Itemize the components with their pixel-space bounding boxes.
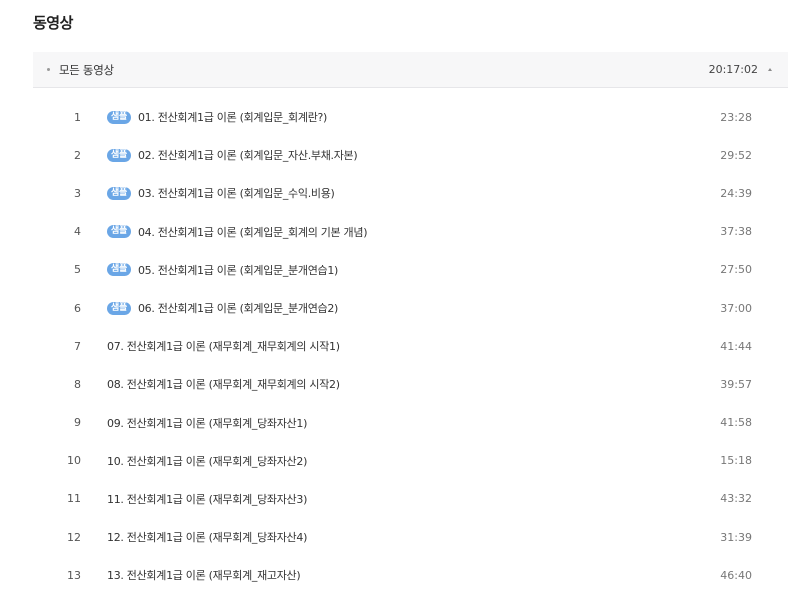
sample-badge: 샘플 bbox=[107, 110, 131, 124]
video-index: 5 bbox=[74, 263, 81, 277]
caret-up-icon[interactable] bbox=[768, 68, 772, 71]
section-header-right: 20:17:02 bbox=[709, 63, 772, 76]
video-row[interactable]: 10 10. 전산회계1급 이론 (재무회계_당좌자산2) 15:18 bbox=[33, 442, 788, 480]
video-duration: 39:57 bbox=[720, 377, 752, 391]
video-body: 샘플 01. 전산회계1급 이론 (회계입문_회계란?) bbox=[107, 109, 327, 125]
sample-badge: 샘플 bbox=[107, 301, 131, 315]
video-index: 1 bbox=[74, 110, 81, 124]
video-row[interactable]: 6 샘플 06. 전산회계1급 이론 (회계입문_분개연습2) 37:00 bbox=[33, 289, 788, 327]
video-index: 7 bbox=[74, 339, 81, 353]
video-duration: 46:40 bbox=[720, 568, 752, 582]
video-row[interactable]: 8 08. 전산회계1급 이론 (재무회계_재무회계의 시작2) 39:57 bbox=[33, 365, 788, 403]
video-duration: 41:44 bbox=[720, 339, 752, 353]
video-row[interactable]: 13 13. 전산회계1급 이론 (재무회계_재고자산) 46:40 bbox=[33, 556, 788, 594]
video-duration: 31:39 bbox=[720, 530, 752, 544]
video-index: 10 bbox=[67, 454, 81, 468]
video-index: 8 bbox=[74, 377, 81, 391]
section-title: 모든 동영상 bbox=[59, 62, 114, 77]
sample-badge: 샘플 bbox=[107, 186, 131, 200]
video-title[interactable]: 04. 전산회계1급 이론 (회계입문_회계의 기본 개념) bbox=[138, 224, 368, 240]
video-body: 09. 전산회계1급 이론 (재무회계_당좌자산1) bbox=[107, 415, 307, 431]
video-duration: 24:39 bbox=[720, 186, 752, 200]
video-title[interactable]: 13. 전산회계1급 이론 (재무회계_재고자산) bbox=[107, 567, 301, 583]
video-body: 07. 전산회계1급 이론 (재무회계_재무회계의 시작1) bbox=[107, 338, 340, 354]
page-title: 동영상 bbox=[33, 14, 73, 32]
video-body: 샘플 03. 전산회계1급 이론 (회계입문_수익.비용) bbox=[107, 185, 335, 201]
section-header-left: 모든 동영상 bbox=[47, 62, 114, 78]
video-title[interactable]: 07. 전산회계1급 이론 (재무회계_재무회계의 시작1) bbox=[107, 338, 340, 354]
video-title[interactable]: 03. 전산회계1급 이론 (회계입문_수익.비용) bbox=[138, 185, 335, 201]
sample-badge: 샘플 bbox=[107, 148, 131, 162]
video-body: 샘플 06. 전산회계1급 이론 (회계입문_분개연습2) bbox=[107, 300, 338, 316]
video-row[interactable]: 9 09. 전산회계1급 이론 (재무회계_당좌자산1) 41:58 bbox=[33, 404, 788, 442]
video-index: 4 bbox=[74, 225, 81, 239]
video-title[interactable]: 10. 전산회계1급 이론 (재무회계_당좌자산2) bbox=[107, 453, 307, 469]
video-duration: 29:52 bbox=[720, 148, 752, 162]
video-body: 샘플 05. 전산회계1급 이론 (회계입문_분개연습1) bbox=[107, 262, 338, 278]
video-row[interactable]: 4 샘플 04. 전산회계1급 이론 (회계입문_회계의 기본 개념) 37:3… bbox=[33, 213, 788, 251]
video-index: 6 bbox=[74, 301, 81, 315]
video-title[interactable]: 06. 전산회계1급 이론 (회계입문_분개연습2) bbox=[138, 300, 338, 316]
video-list: 1 샘플 01. 전산회계1급 이론 (회계입문_회계란?) 23:28 2 샘… bbox=[33, 98, 788, 594]
video-row[interactable]: 7 07. 전산회계1급 이론 (재무회계_재무회계의 시작1) 41:44 bbox=[33, 327, 788, 365]
video-body: 13. 전산회계1급 이론 (재무회계_재고자산) bbox=[107, 567, 301, 583]
video-body: 샘플 04. 전산회계1급 이론 (회계입문_회계의 기본 개념) bbox=[107, 224, 367, 240]
video-title[interactable]: 12. 전산회계1급 이론 (재무회계_당좌자산4) bbox=[107, 529, 307, 545]
video-title[interactable]: 02. 전산회계1급 이론 (회계입문_자산.부채.자본) bbox=[138, 147, 358, 163]
video-title[interactable]: 05. 전산회계1급 이론 (회계입문_분개연습1) bbox=[138, 262, 338, 278]
video-duration: 23:28 bbox=[720, 110, 752, 124]
video-duration: 27:50 bbox=[720, 263, 752, 277]
video-duration: 41:58 bbox=[720, 416, 752, 430]
sample-badge: 샘플 bbox=[107, 263, 131, 277]
video-index: 2 bbox=[74, 148, 81, 162]
video-title[interactable]: 08. 전산회계1급 이론 (재무회계_재무회계의 시작2) bbox=[107, 376, 340, 392]
total-duration: 20:17:02 bbox=[708, 63, 758, 76]
video-index: 9 bbox=[74, 416, 81, 430]
video-index: 12 bbox=[67, 530, 81, 544]
video-title[interactable]: 01. 전산회계1급 이론 (회계입문_회계란?) bbox=[138, 109, 327, 125]
video-index: 13 bbox=[67, 568, 81, 582]
video-duration: 37:00 bbox=[720, 301, 752, 315]
video-body: 10. 전산회계1급 이론 (재무회계_당좌자산2) bbox=[107, 453, 307, 469]
video-row[interactable]: 11 11. 전산회계1급 이론 (재무회계_당좌자산3) 43:32 bbox=[33, 480, 788, 518]
video-row[interactable]: 12 12. 전산회계1급 이론 (재무회계_당좌자산4) 31:39 bbox=[33, 518, 788, 556]
video-row[interactable]: 5 샘플 05. 전산회계1급 이론 (회계입문_분개연습1) 27:50 bbox=[33, 251, 788, 289]
bullet-icon bbox=[47, 68, 50, 71]
video-duration: 37:38 bbox=[720, 225, 752, 239]
video-body: 08. 전산회계1급 이론 (재무회계_재무회계의 시작2) bbox=[107, 376, 340, 392]
video-row[interactable]: 1 샘플 01. 전산회계1급 이론 (회계입문_회계란?) 23:28 bbox=[33, 98, 788, 136]
video-row[interactable]: 3 샘플 03. 전산회계1급 이론 (회계입문_수익.비용) 24:39 bbox=[33, 174, 788, 212]
video-row[interactable]: 2 샘플 02. 전산회계1급 이론 (회계입문_자산.부채.자본) 29:52 bbox=[33, 136, 788, 174]
video-duration: 15:18 bbox=[720, 454, 752, 468]
video-index: 11 bbox=[67, 492, 81, 506]
video-body: 샘플 02. 전산회계1급 이론 (회계입문_자산.부채.자본) bbox=[107, 147, 358, 163]
video-body: 11. 전산회계1급 이론 (재무회계_당좌자산3) bbox=[107, 491, 307, 507]
video-index: 3 bbox=[74, 186, 81, 200]
video-title[interactable]: 11. 전산회계1급 이론 (재무회계_당좌자산3) bbox=[107, 491, 307, 507]
video-duration: 43:32 bbox=[720, 492, 752, 506]
video-section: 모든 동영상 20:17:02 1 샘플 01. 전산회계1급 이론 (회계입문… bbox=[33, 52, 788, 594]
sample-badge: 샘플 bbox=[107, 225, 131, 239]
section-header-all-videos[interactable]: 모든 동영상 20:17:02 bbox=[33, 52, 788, 88]
video-body: 12. 전산회계1급 이론 (재무회계_당좌자산4) bbox=[107, 529, 307, 545]
video-title[interactable]: 09. 전산회계1급 이론 (재무회계_당좌자산1) bbox=[107, 415, 307, 431]
